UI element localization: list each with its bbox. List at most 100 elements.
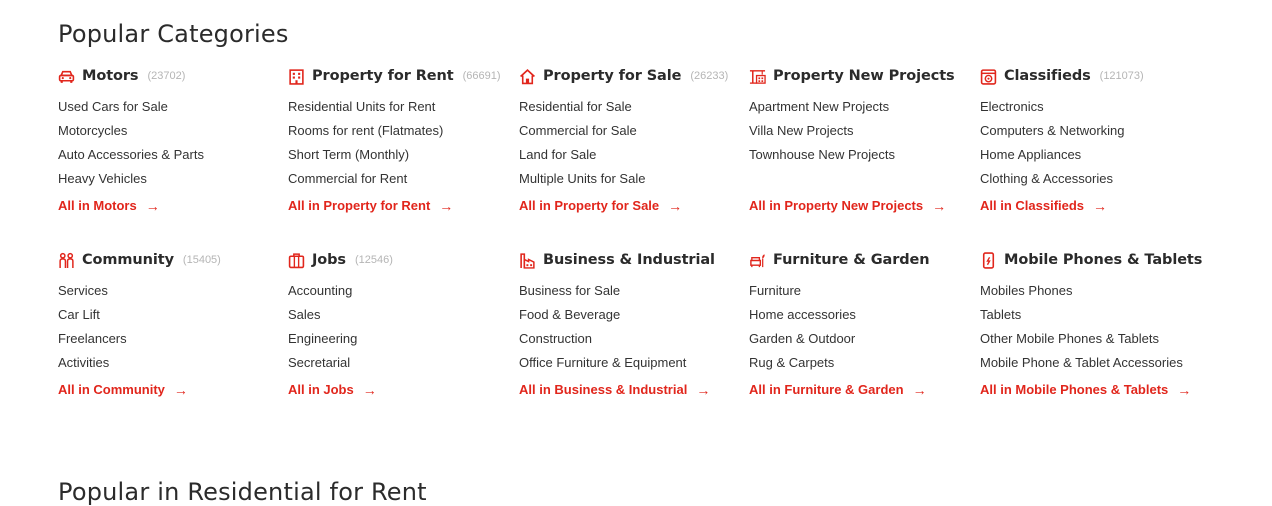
view-all-link[interactable]: All in Motors → [58,198,160,213]
subcategory-link[interactable]: Commercial for Sale [519,119,645,143]
category-count: (66691) [462,70,501,82]
category-title-link[interactable]: Mobile Phones & Tablets [1004,252,1202,268]
subcategory-link[interactable]: Tablets [980,303,1183,327]
subcategory-list: Mobiles Phones Tablets Other Mobile Phones… [980,279,1183,375]
category-title-link[interactable]: Property New Projects [773,68,955,84]
category-header: Furniture & Garden [749,249,977,271]
subcategory-link[interactable]: Computers & Networking [980,119,1125,143]
subcategory-link[interactable]: Used Cars for Sale [58,95,204,119]
category-title-link[interactable]: Community [82,252,174,268]
subcategory-link[interactable]: Business for Sale [519,279,686,303]
view-all-label: All in Community [58,382,165,397]
subcategory-link[interactable]: Commercial for Rent [288,167,443,191]
subcategory-link[interactable]: Multiple Units for Sale [519,167,645,191]
crane-icon [749,68,766,85]
arrow-right-icon: → [173,381,188,398]
view-all-link[interactable]: All in Classifieds → [980,198,1107,213]
view-all-label: All in Business & Industrial [519,382,688,397]
subcategory-link[interactable]: Heavy Vehicles [58,167,204,191]
subcategory-link[interactable]: Other Mobile Phones & Tablets [980,327,1183,351]
category-count: (23702) [147,70,186,82]
view-all-label: All in Property for Sale [519,198,660,213]
category-property-new-projects: Property New Projects Apartment New Proje… [749,65,977,213]
view-all-link[interactable]: All in Property for Sale → [519,198,682,213]
view-all-link[interactable]: All in Business & Industrial → [519,382,710,397]
category-header: Property New Projects [749,65,977,87]
subcategory-link[interactable]: Car Lift [58,303,127,327]
view-all-link[interactable]: All in Jobs → [288,382,377,397]
category-title-link[interactable]: Furniture & Garden [773,252,930,268]
subcategory-link[interactable]: Services [58,279,127,303]
briefcase-icon [288,252,305,269]
subcategory-link[interactable]: Home accessories [749,303,856,327]
subcategory-list: Residential Units for Rent Rooms for rent… [288,95,443,191]
arrow-right-icon: → [362,381,377,398]
subcategory-link[interactable]: Land for Sale [519,143,645,167]
subcategory-link[interactable]: Residential Units for Rent [288,95,443,119]
arrow-right-icon: → [668,197,683,214]
subcategory-list: Electronics Computers & Networking Home Ap… [980,95,1125,191]
section-title-popular-in-residential: Popular in Residential for Rent [58,478,427,506]
subcategory-link[interactable]: Mobile Phone & Tablet Accessories [980,351,1183,375]
building-icon [288,68,305,85]
subcategory-link[interactable]: Mobiles Phones [980,279,1183,303]
subcategory-list: Used Cars for Sale Motorcycles Auto Access… [58,95,204,191]
view-all-label: All in Furniture & Garden [749,382,904,397]
subcategory-link[interactable]: Residential for Sale [519,95,645,119]
view-all-label: All in Classifieds [980,198,1085,213]
arrow-right-icon: → [145,197,160,214]
category-title-link[interactable]: Business & Industrial [543,252,715,268]
view-all-label: All in Jobs [288,382,354,397]
category-furniture-and-garden: Furniture & Garden Furniture Home accessor… [749,249,977,397]
category-header: Property for Sale (26233) [519,65,747,87]
subcategory-link[interactable]: Sales [288,303,357,327]
category-property-for-sale: Property for Sale (26233) Residential for … [519,65,747,213]
subcategory-link[interactable]: Garden & Outdoor [749,327,856,351]
category-title-link[interactable]: Property for Sale [543,68,681,84]
arrow-right-icon: → [696,381,711,398]
subcategory-list: Apartment New Projects Villa New Projects… [749,95,895,167]
subcategory-link[interactable]: Engineering [288,327,357,351]
subcategory-list: Services Car Lift Freelancers Activities [58,279,127,375]
subcategory-link[interactable]: Rug & Carpets [749,351,856,375]
subcategory-link[interactable]: Freelancers [58,327,127,351]
subcategory-link[interactable]: Electronics [980,95,1125,119]
category-title-link[interactable]: Classifieds [1004,68,1091,84]
category-title-link[interactable]: Jobs [312,252,346,268]
subcategory-link[interactable]: Clothing & Accessories [980,167,1125,191]
subcategory-link[interactable]: Townhouse New Projects [749,143,895,167]
view-all-link[interactable]: All in Community → [58,382,188,397]
view-all-link[interactable]: All in Property for Rent → [288,198,453,213]
subcategory-list: Furniture Home accessories Garden & Outdoo… [749,279,856,375]
view-all-link[interactable]: All in Mobile Phones & Tablets → [980,382,1191,397]
category-property-for-rent: Property for Rent (66691) Residential Unit… [288,65,516,213]
subcategory-link[interactable]: Furniture [749,279,856,303]
subcategory-list: Business for Sale Food & Beverage Construc… [519,279,686,375]
subcategory-link[interactable]: Office Furniture & Equipment [519,351,686,375]
subcategory-link[interactable]: Activities [58,351,127,375]
subcategory-link[interactable]: Construction [519,327,686,351]
subcategory-link[interactable]: Accounting [288,279,357,303]
subcategory-link[interactable]: Secretarial [288,351,357,375]
subcategory-link[interactable]: Villa New Projects [749,119,895,143]
arrow-right-icon: → [932,197,947,214]
category-count: (12546) [354,254,393,266]
section-title-popular-categories: Popular Categories [58,20,289,48]
category-title-link[interactable]: Motors [82,68,139,84]
view-all-link[interactable]: All in Property New Projects → [749,198,946,213]
subcategory-link[interactable]: Auto Accessories & Parts [58,143,204,167]
subcategory-link[interactable]: Motorcycles [58,119,204,143]
subcategory-list: Residential for Sale Commercial for Sale L… [519,95,645,191]
category-header: Classifieds (121073) [980,65,1208,87]
category-header: Business & Industrial [519,249,747,271]
arrow-right-icon: → [1093,197,1108,214]
view-all-link[interactable]: All in Furniture & Garden → [749,382,927,397]
subcategory-link[interactable]: Rooms for rent (Flatmates) [288,119,443,143]
subcategory-link[interactable]: Home Appliances [980,143,1125,167]
subcategory-link[interactable]: Short Term (Monthly) [288,143,443,167]
subcategory-link[interactable]: Apartment New Projects [749,95,895,119]
category-header: Jobs (12546) [288,249,516,271]
arrow-right-icon: → [912,381,927,398]
category-title-link[interactable]: Property for Rent [312,68,454,84]
subcategory-link[interactable]: Food & Beverage [519,303,686,327]
